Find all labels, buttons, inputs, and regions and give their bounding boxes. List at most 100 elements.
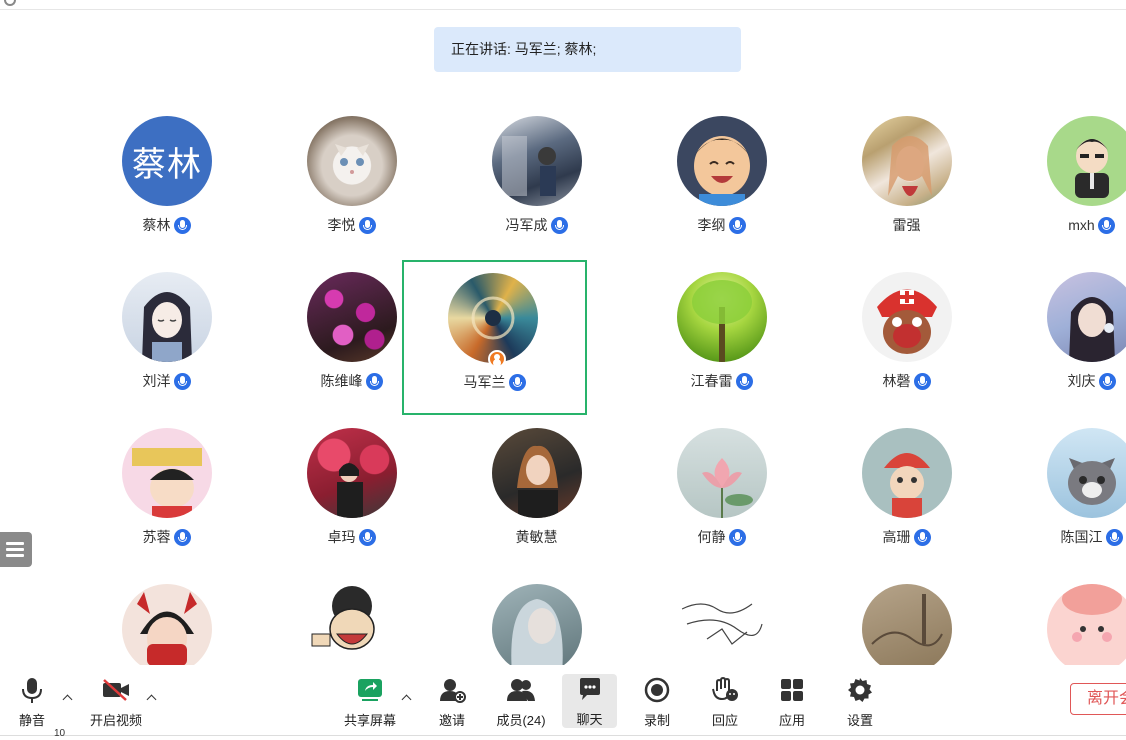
microphone-icon — [22, 678, 42, 703]
participant-tile[interactable]: 蔡林 蔡林 — [74, 116, 259, 271]
apps-button[interactable]: 应用 — [772, 675, 812, 735]
mic-icon — [173, 528, 191, 546]
participant-tile[interactable]: 刘洋 — [74, 272, 259, 427]
mic-icon — [358, 528, 376, 546]
mute-button[interactable]: 静音 — [10, 675, 54, 735]
gear-icon — [848, 678, 872, 702]
avatar — [1047, 584, 1126, 665]
participant-name: 马军兰 — [463, 374, 506, 390]
avatar — [122, 428, 212, 518]
participant-tile[interactable]: 苏蓉 — [74, 428, 259, 583]
start-video-button[interactable]: 开启视频 — [86, 675, 146, 735]
chat-button[interactable]: 聊天 — [562, 674, 617, 728]
mute-label: 静音 — [18, 713, 45, 728]
woman-photo-icon — [888, 136, 932, 196]
participant-tile[interactable]: 陈国江 — [999, 428, 1126, 583]
record-button[interactable]: 录制 — [638, 675, 676, 735]
react-button[interactable]: 回应 — [705, 675, 745, 735]
participant-tile[interactable]: 冯军成 — [444, 116, 629, 271]
avatar — [677, 272, 767, 362]
mic-icon — [735, 372, 753, 390]
participant-name: 刘洋 — [142, 373, 171, 389]
participant-tile[interactable]: 黄敏慧 — [444, 428, 629, 583]
participant-tile[interactable] — [74, 584, 259, 665]
participant-name: 陈维峰 — [320, 373, 363, 389]
share-label: 共享屏幕 — [343, 713, 396, 728]
sketch-landscape-icon — [681, 603, 763, 645]
members-button[interactable]: 成员(24) — [491, 675, 551, 735]
participant-name: 苏蓉 — [142, 529, 171, 545]
avatar — [677, 584, 767, 665]
participant-name: 高珊 — [882, 529, 911, 545]
react-label: 回应 — [711, 713, 738, 728]
lotus-icon — [702, 458, 753, 518]
mic-icon — [1105, 528, 1123, 546]
participant-name: 陈国江 — [1060, 529, 1103, 545]
participant-tile[interactable] — [629, 584, 814, 665]
record-icon — [644, 677, 670, 703]
cute-face-icon — [1062, 584, 1122, 642]
participant-tile-active-speaker[interactable]: 马军兰 — [402, 260, 587, 415]
participant-tile[interactable] — [814, 584, 999, 665]
audio-options-chevron-icon[interactable] — [63, 693, 73, 703]
participant-name: 卓玛 — [327, 529, 356, 545]
avatar — [1047, 116, 1126, 206]
host-badge-icon — [488, 350, 506, 368]
kitten-icon — [1068, 458, 1116, 505]
participant-tile[interactable]: 卓玛 — [259, 428, 444, 583]
share-options-chevron-icon[interactable] — [402, 693, 412, 703]
invite-button[interactable]: 邀请 — [432, 675, 472, 735]
participant-tile[interactable]: 刘庆 — [999, 272, 1126, 427]
avatar-initials: 蔡林 — [122, 116, 212, 206]
participant-tile[interactable]: 林磬 — [814, 272, 999, 427]
participant-name: 李纲 — [697, 217, 726, 233]
participant-tile[interactable]: 江春雷 — [629, 272, 814, 427]
participant-tile[interactable] — [259, 584, 444, 665]
mic-icon — [173, 372, 191, 390]
participant-name: 李悦 — [327, 217, 356, 233]
avatar — [677, 428, 767, 518]
chat-bubble-icon — [579, 678, 600, 700]
participant-name: 刘庆 — [1067, 373, 1096, 389]
participant-tile[interactable]: mxh — [999, 116, 1126, 271]
anime-girl-icon — [142, 292, 192, 362]
chat-label: 聊天 — [576, 712, 603, 727]
leave-meeting-button[interactable]: 离开会 — [1070, 683, 1126, 715]
settings-button[interactable]: 设置 — [840, 675, 880, 735]
participant-name: 林磬 — [882, 373, 911, 389]
list-view-toggle-icon[interactable] — [0, 532, 32, 567]
avatar: 蔡林 — [122, 116, 212, 206]
avatar — [307, 428, 397, 518]
participant-name: 蔡林 — [142, 217, 171, 233]
mic-icon — [365, 372, 383, 390]
participant-tile[interactable] — [444, 584, 629, 665]
participant-tile[interactable]: 高珊 — [814, 428, 999, 583]
invite-label: 邀请 — [438, 713, 465, 728]
cartoon-laughing-icon — [311, 586, 375, 650]
speaking-indicator: 正在讲话: 马军兰; 蔡林; — [434, 27, 741, 72]
child-devil-icon — [137, 592, 197, 665]
participant-tile[interactable]: 雷强 — [814, 116, 999, 271]
mic-icon — [508, 373, 526, 391]
avatar — [862, 272, 952, 362]
participant-tile[interactable]: 李悦 — [259, 116, 444, 271]
participant-tile[interactable]: 何静 — [629, 428, 814, 583]
person-photo-icon — [337, 463, 363, 518]
participant-name: 何静 — [697, 529, 726, 545]
participant-tile[interactable]: 李纲 — [629, 116, 814, 271]
apps-grid-icon — [781, 679, 803, 701]
participant-tile[interactable] — [999, 584, 1126, 665]
video-label: 开启视频 — [89, 713, 142, 728]
avatar — [1047, 428, 1126, 518]
mic-icon — [550, 216, 568, 234]
participant-name: mxh — [1068, 217, 1095, 233]
participant-name: 黄敏慧 — [515, 529, 558, 545]
mic-icon — [358, 216, 376, 234]
share-screen-button[interactable]: 共享屏幕 — [341, 675, 399, 735]
avatar — [307, 584, 397, 665]
mic-icon — [1097, 216, 1115, 234]
participant-name: 江春雷 — [690, 373, 733, 389]
video-options-chevron-icon[interactable] — [147, 693, 157, 703]
avatar — [862, 116, 952, 206]
avatar — [122, 584, 212, 665]
